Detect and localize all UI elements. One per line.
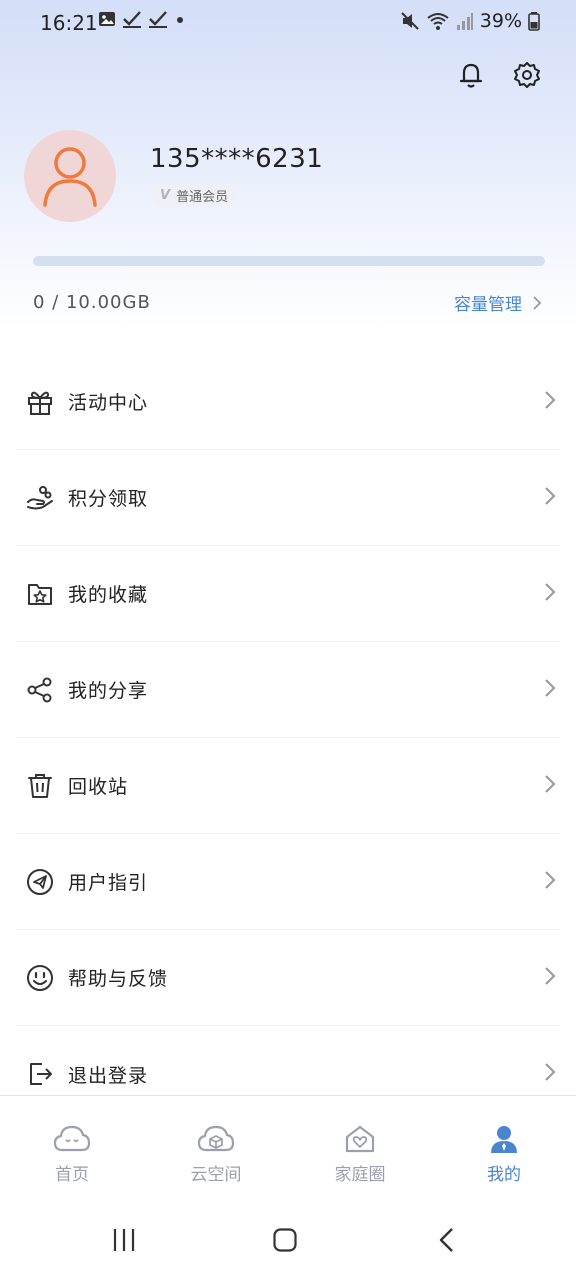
notification-icons (98, 10, 186, 28)
coin-hand-icon (20, 478, 60, 518)
menu-label: 我的收藏 (68, 584, 149, 606)
menu-label: 退出登录 (68, 1064, 149, 1087)
share-icon (20, 670, 60, 710)
tab-cloud-space[interactable]: 云空间 (144, 1096, 288, 1200)
menu-label: 回收站 (68, 776, 129, 798)
chevron-right-icon (545, 775, 556, 793)
menu-label: 活动中心 (68, 392, 149, 414)
chevron-right-icon (545, 679, 556, 697)
capacity-management-link[interactable]: 容量管理 (454, 290, 542, 315)
signal-icon (456, 13, 473, 30)
member-badge[interactable]: V 普通会员 (152, 184, 237, 206)
chevron-right-icon (545, 391, 556, 409)
battery-icon (528, 12, 540, 31)
cloud-box-icon (197, 1125, 235, 1152)
checkmark-icon (149, 11, 167, 28)
menu-item-favorites[interactable]: 我的收藏 (16, 546, 560, 642)
menu-label: 我的分享 (68, 680, 149, 702)
menu-label: 积分领取 (68, 488, 149, 510)
settings-button[interactable] (510, 58, 544, 92)
header-actions (454, 58, 544, 92)
menu-label: 用户指引 (68, 872, 149, 894)
gift-icon (20, 382, 60, 422)
system-icons: 39% (400, 10, 540, 32)
battery-percent: 39% (479, 10, 522, 32)
back-icon[interactable] (438, 1228, 456, 1252)
cloud-face-icon (53, 1125, 91, 1152)
gear-icon (514, 62, 540, 88)
menu-item-recycle-bin[interactable]: 回收站 (16, 738, 560, 834)
avatar[interactable] (24, 130, 116, 222)
wifi-icon (427, 13, 449, 30)
member-level: 普通会员 (176, 189, 229, 205)
menu-item-help-feedback[interactable]: 帮助与反馈 (16, 930, 560, 1026)
user-avatar-icon (43, 147, 97, 207)
menu-list: 活动中心 积分领取 我的收藏 我的分享 回收站 用户指引 帮助与反馈 退出登录 (16, 354, 560, 1122)
status-time: 16:21 (40, 11, 98, 35)
house-heart-icon (345, 1125, 375, 1153)
trash-icon (20, 766, 60, 806)
dot-icon (177, 17, 183, 23)
chevron-right-icon (545, 871, 556, 889)
menu-item-shares[interactable]: 我的分享 (16, 642, 560, 738)
star-folder-icon (20, 574, 60, 614)
tab-home[interactable]: 首页 (0, 1096, 144, 1200)
menu-item-activity-center[interactable]: 活动中心 (16, 354, 560, 450)
home-button-icon[interactable] (273, 1228, 297, 1252)
user-phone: 135****6231 (150, 144, 324, 174)
paper-plane-icon (20, 862, 60, 902)
chevron-right-icon (545, 1063, 556, 1081)
member-v-badge: V (160, 187, 171, 203)
storage-usage: 0 / 10.00GB (33, 292, 151, 313)
menu-label: 帮助与反馈 (68, 968, 169, 990)
bottom-tab-bar: 首页 云空间 家庭圈 我的 (0, 1095, 576, 1200)
checkmark-icon (123, 11, 141, 28)
bell-icon (459, 63, 483, 88)
capacity-management-label: 容量管理 (454, 295, 522, 315)
status-bar: 16:21 39% (0, 0, 576, 46)
mute-icon (401, 12, 419, 30)
tab-label: 我的 (487, 1165, 521, 1185)
chevron-right-icon (545, 967, 556, 985)
tab-label: 首页 (55, 1165, 89, 1185)
storage-progress-bar (33, 256, 545, 266)
notification-button[interactable] (454, 58, 488, 92)
image-icon (99, 12, 115, 26)
system-navigation-bar (0, 1200, 576, 1280)
logout-icon (20, 1054, 60, 1094)
menu-item-user-guide[interactable]: 用户指引 (16, 834, 560, 930)
tab-label: 家庭圈 (334, 1165, 386, 1185)
tab-mine[interactable]: 我的 (432, 1096, 576, 1200)
menu-item-points[interactable]: 积分领取 (16, 450, 560, 546)
smile-icon (20, 958, 60, 998)
person-icon (491, 1126, 517, 1153)
recent-apps-icon[interactable] (112, 1228, 136, 1252)
tab-family-circle[interactable]: 家庭圈 (288, 1096, 432, 1200)
tab-label: 云空间 (190, 1165, 242, 1185)
chevron-right-icon (533, 295, 542, 310)
chevron-right-icon (545, 583, 556, 601)
chevron-right-icon (545, 487, 556, 505)
